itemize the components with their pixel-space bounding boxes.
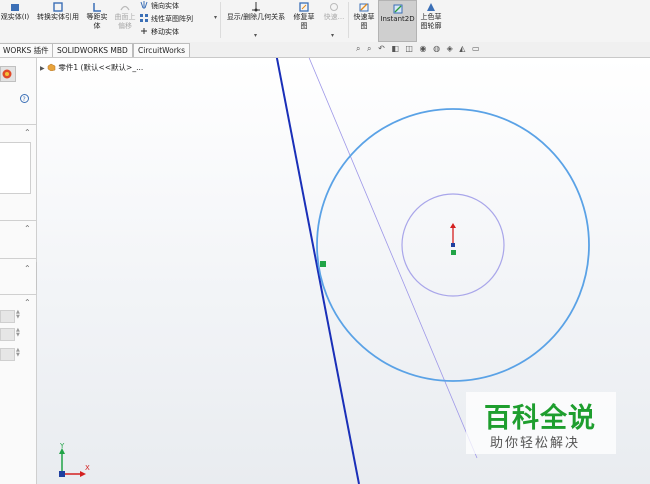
rapid-sketch-button[interactable]: 快速草 图 [351, 2, 377, 31]
x-axis-label: X [85, 464, 90, 472]
move-entities-label: 移动实体 [151, 28, 179, 36]
convert-entities-icon [53, 2, 63, 12]
shaded-sketch-icon [426, 2, 436, 12]
offset-entities-icon [92, 2, 102, 12]
feature-tree: ▶ 零件1 (默认<<默认>_... [40, 62, 143, 73]
offset-entities-label-1: 等距实 [86, 13, 108, 21]
coordinate-triad: Y X [59, 442, 90, 477]
feature-manager-panel: ? ⌃ ⌃ ⌃ ⌃ ▲ ▼ ▲ ▼ ▲ ▼ [0, 58, 37, 484]
surface-offset-label-2: 偏移 [118, 22, 132, 30]
numeric-field[interactable] [0, 328, 15, 341]
convert-solid-icon [10, 2, 20, 12]
convert-entities-button[interactable]: 转换实体引用 [34, 2, 82, 22]
display-style-icon[interactable]: ◉ [420, 44, 429, 53]
watermark-title: 百科全说 [484, 403, 596, 434]
instant2d-label: Instant2D [380, 15, 415, 23]
section-view-icon[interactable]: ◧ [391, 44, 401, 53]
panel-divider [0, 294, 36, 295]
shaded-sketch-button[interactable]: 上色草 图轮廓 [417, 2, 445, 31]
rapid-sketch-icon [359, 2, 369, 12]
repair-sketch-label-2: 图 [300, 22, 308, 30]
spin-arrows-icon[interactable]: ▲ ▼ [16, 328, 22, 339]
collapse-chevron-icon[interactable]: ⌃ [24, 224, 31, 233]
pattern-dropdown-icon[interactable]: ▾ [214, 14, 217, 21]
zoom-to-area-icon[interactable]: ⌕ [367, 44, 373, 53]
tab-solidworks-addins[interactable]: WORKS 插件 [0, 43, 54, 57]
spin-arrows-icon[interactable]: ▲ ▼ [16, 310, 22, 321]
instant2d-icon [393, 4, 403, 14]
mirror-entities-label: 镜向实体 [151, 2, 179, 10]
collapse-chevron-icon[interactable]: ⌃ [24, 264, 31, 273]
hide-show-items-icon[interactable]: ◍ [433, 44, 442, 53]
mirror-icon [140, 1, 148, 9]
heads-up-view-toolbar: ⌕ ⌕ ↶ ◧ ◫ ◉ ◍ ◈ ◭ ▭ [356, 44, 482, 54]
quick-snaps-dropdown-icon[interactable]: ▾ [331, 32, 334, 39]
panel-divider [0, 124, 36, 125]
command-ribbon: 观实体(I) 转换实体引用 等距实 体 曲面上 偏移 镜向实体 线性草图阵列 移… [0, 0, 650, 43]
surface-offset-button[interactable]: 曲面上 偏移 [112, 2, 138, 31]
move-icon [140, 27, 148, 35]
move-entities-button[interactable]: 移动实体 [140, 26, 179, 38]
linear-pattern-label: 线性草图阵列 [151, 15, 193, 23]
sketch-line[interactable] [275, 58, 360, 484]
repair-sketch-icon [299, 2, 309, 12]
panel-listbox[interactable] [0, 142, 31, 194]
command-manager-tabs: WORKS 插件 SOLIDWORKS MBD CircuitWorks [0, 42, 650, 58]
quick-snaps-button[interactable]: 快速... [320, 2, 348, 22]
quick-snaps-icon [329, 2, 339, 12]
convert-solid-button[interactable]: 观实体(I) [0, 2, 30, 22]
view-settings-icon[interactable]: ▭ [472, 44, 482, 53]
relations-dropdown-icon[interactable]: ▾ [254, 32, 257, 39]
watermark-subtitle: 助你轻松解决 [490, 436, 581, 451]
instant2d-button[interactable]: Instant2D [378, 0, 417, 42]
relations-icon [251, 2, 261, 12]
view-orientation-icon[interactable]: ◫ [405, 44, 415, 53]
linear-pattern-icon [140, 14, 148, 22]
rapid-sketch-label-1: 快速草 [353, 13, 375, 21]
shaded-sketch-label-1: 上色草 [420, 13, 442, 21]
display-relations-button[interactable]: 显示/删除几何关系 [224, 2, 288, 22]
appearance-icon[interactable] [0, 66, 14, 80]
y-axis-label: Y [59, 442, 65, 450]
panel-divider [0, 258, 36, 259]
edit-appearance-icon[interactable]: ◈ [447, 44, 455, 53]
tab-circuitworks[interactable]: CircuitWorks [133, 43, 191, 57]
numeric-field[interactable] [0, 310, 15, 323]
part-icon [47, 63, 56, 72]
offset-entities-button[interactable]: 等距实 体 [84, 2, 110, 31]
help-icon[interactable]: ? [20, 88, 29, 107]
tab-solidworks-mbd[interactable]: SOLIDWORKS MBD [52, 43, 133, 57]
svg-text:?: ? [23, 96, 26, 103]
zoom-to-fit-icon[interactable]: ⌕ [356, 44, 362, 53]
ribbon-separator [220, 2, 221, 38]
repair-sketch-label-1: 修复草 [293, 13, 315, 21]
surface-offset-label-1: 曲面上 [114, 13, 136, 21]
part-name-label[interactable]: 零件1 (默认<<默认>_... [58, 63, 143, 72]
linear-pattern-button[interactable]: 线性草图阵列 [140, 13, 193, 25]
previous-view-icon[interactable]: ↶ [378, 44, 387, 53]
collapse-chevron-icon[interactable]: ⌃ [24, 128, 31, 137]
z-axis-icon [59, 471, 65, 477]
origin-icon [450, 223, 456, 255]
rapid-sketch-label-2: 图 [360, 22, 368, 30]
ribbon-separator [348, 2, 349, 38]
panel-divider [0, 220, 36, 221]
numeric-field[interactable] [0, 348, 15, 361]
spin-arrows-icon[interactable]: ▲ ▼ [16, 348, 22, 359]
shaded-sketch-label-2: 图轮廓 [420, 22, 442, 30]
collapse-chevron-icon[interactable]: ⌃ [24, 298, 31, 307]
expand-arrow-icon[interactable]: ▶ [40, 65, 45, 72]
display-relations-label: 显示/删除几何关系 [226, 13, 286, 21]
surface-offset-icon [120, 2, 130, 12]
watermark: 百科全说 助你轻松解决 [466, 392, 616, 454]
construction-line[interactable] [305, 58, 478, 459]
convert-entities-label: 转换实体引用 [37, 13, 79, 21]
offset-entities-label-2: 体 [93, 22, 101, 30]
apply-scene-icon[interactable]: ◭ [459, 44, 467, 53]
tangent-relation-icon[interactable] [320, 261, 326, 267]
mirror-entities-button[interactable]: 镜向实体 [140, 0, 179, 12]
repair-sketch-button[interactable]: 修复草 图 [291, 2, 317, 31]
convert-solid-label: 观实体(I) [0, 13, 30, 21]
quick-snaps-label: 快速... [323, 13, 345, 21]
